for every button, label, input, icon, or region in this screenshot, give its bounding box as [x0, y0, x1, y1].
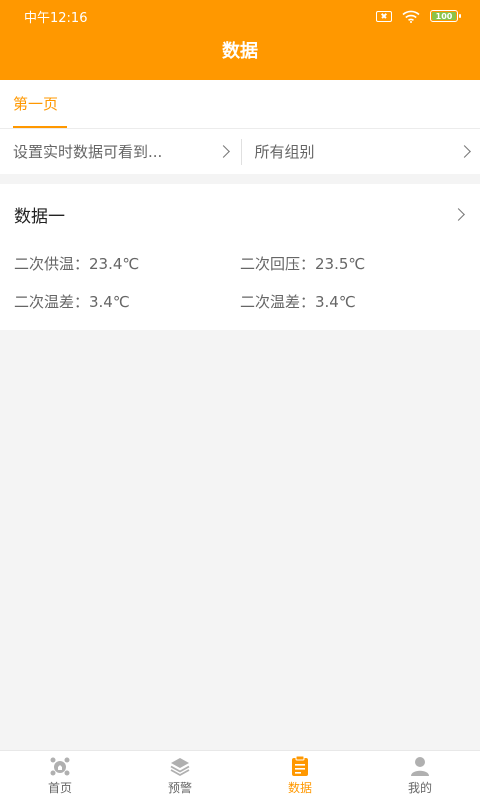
- chevron-right-icon: [452, 207, 465, 221]
- person-icon: [411, 757, 429, 776]
- no-sim-icon: [376, 10, 392, 22]
- nav-data-label: 数据: [287, 781, 312, 795]
- group-filter-label: 所有组别: [254, 143, 315, 161]
- status-time: 中午12:16: [24, 10, 88, 26]
- nav-data[interactable]: 数据: [240, 751, 360, 800]
- nav-alerts[interactable]: 预警: [120, 751, 240, 800]
- tab-bar: 第一页: [0, 80, 480, 128]
- chevron-right-icon: [458, 145, 471, 158]
- tab-first-page[interactable]: 第一页: [13, 93, 67, 128]
- nav-mine-label: 我的: [407, 781, 432, 795]
- status-bar: 中午12:16 100: [0, 0, 480, 32]
- nav-home-label: 首页: [47, 781, 72, 795]
- data-card-title: 数据一: [14, 206, 65, 227]
- data-value: 二次回压：23.5℃: [240, 254, 366, 273]
- group-filter[interactable]: 所有组别: [242, 129, 480, 174]
- layers-icon: [170, 758, 190, 777]
- data-card-header[interactable]: 数据一: [14, 184, 466, 244]
- chevron-right-icon: [216, 145, 230, 158]
- battery-icon: 100: [430, 10, 461, 22]
- realtime-settings-filter[interactable]: 设置实时数据可看到...: [0, 138, 242, 165]
- home-network-icon: [50, 757, 70, 776]
- top-bar: 中午12:16 100 数据: [0, 0, 480, 80]
- battery-level: 100: [435, 11, 453, 21]
- data-row: 二次温差：3.4℃ 二次温差：3.4℃: [14, 282, 466, 320]
- data-value: 二次温差：3.4℃: [14, 292, 130, 311]
- nav-mine[interactable]: 我的: [360, 751, 480, 800]
- filter-bar: 设置实时数据可看到... 所有组别: [0, 128, 480, 174]
- nav-alerts-label: 预警: [167, 781, 192, 795]
- clipboard-icon: [292, 755, 308, 776]
- bottom-nav: 首页 预警 数据 我的: [0, 750, 480, 800]
- page-title: 数据: [222, 41, 258, 62]
- data-value: 二次温差：3.4℃: [240, 292, 356, 311]
- status-icons: 100: [376, 10, 461, 23]
- nav-home[interactable]: 首页: [0, 751, 120, 800]
- data-row: 二次供温：23.4℃ 二次回压：23.5℃: [14, 244, 466, 282]
- data-value: 二次供温：23.4℃: [14, 254, 140, 273]
- data-card[interactable]: 数据一 二次供温：23.4℃ 二次回压：23.5℃ 二次温差：3.4℃ 二次温差…: [0, 184, 480, 330]
- realtime-settings-label: 设置实时数据可看到...: [13, 143, 163, 161]
- wifi-icon: [402, 10, 420, 23]
